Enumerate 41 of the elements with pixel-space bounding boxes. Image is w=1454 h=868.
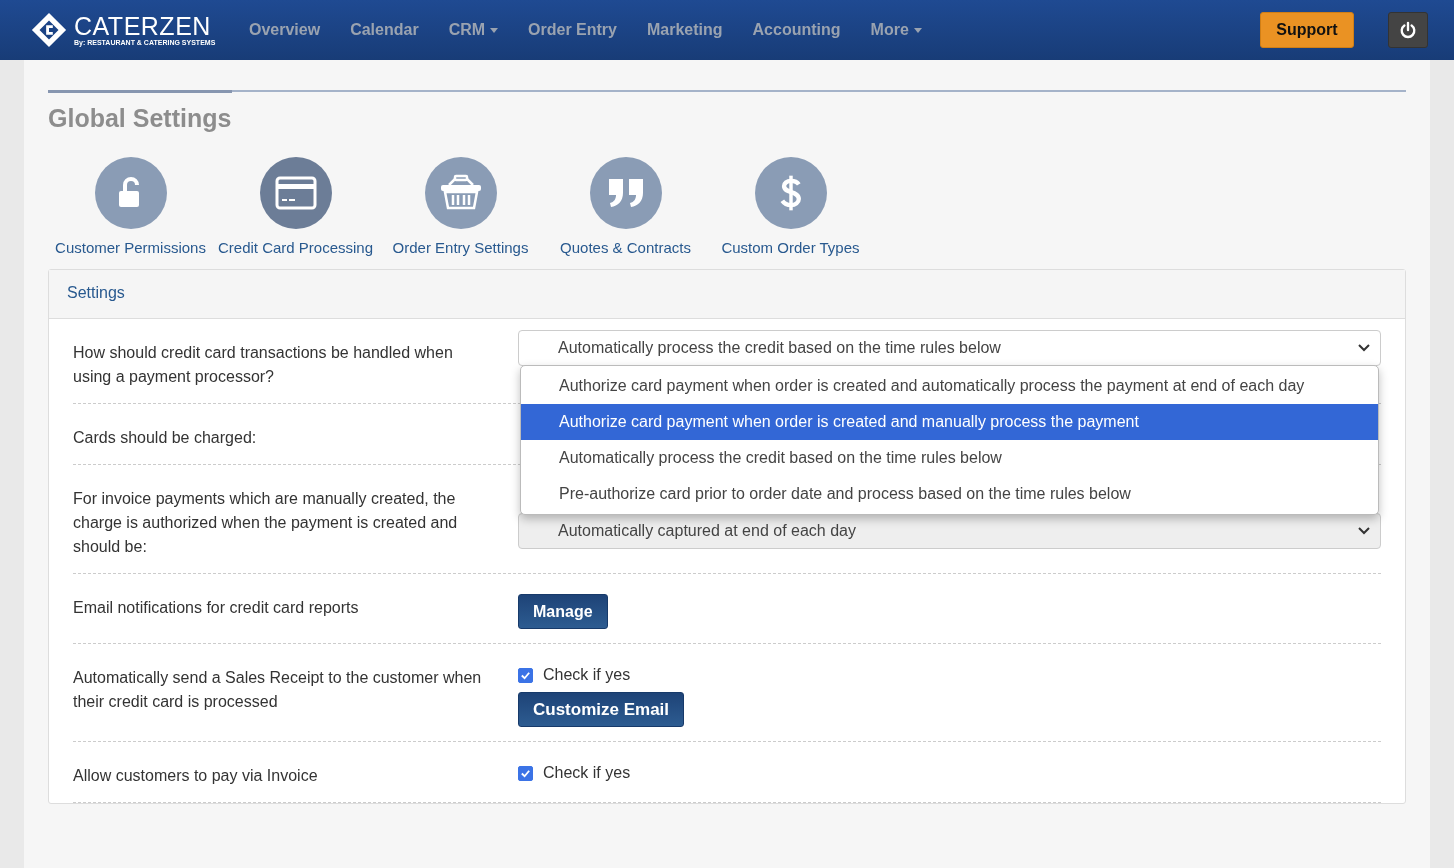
manage-button[interactable]: Manage bbox=[518, 594, 608, 629]
setting-label: Allow customers to pay via Invoice bbox=[73, 767, 318, 784]
chevron-icon bbox=[1358, 527, 1370, 535]
section-tab[interactable]: Quotes & Contracts bbox=[543, 157, 708, 256]
check-icon bbox=[520, 669, 531, 681]
chevron-icon bbox=[1358, 344, 1370, 352]
checkbox-label: Check if yes bbox=[543, 666, 631, 684]
nav-link[interactable]: Accounting bbox=[737, 21, 856, 39]
select-field[interactable]: Automatically captured at end of each day bbox=[518, 513, 1381, 549]
customize-email-button[interactable]: Customize Email bbox=[518, 692, 685, 727]
setting-label: Cards should be charged: bbox=[73, 429, 257, 446]
dropdown-option[interactable]: Authorize card payment when order is created and automatically process the payment at end of each day bbox=[521, 368, 1378, 404]
panel-title: Settings bbox=[67, 284, 125, 301]
nav-link[interactable]: Overview bbox=[234, 21, 336, 39]
section-tab[interactable]: Custom Order Types bbox=[708, 157, 873, 256]
select-field[interactable]: Automatically process the credit based on the time rules below bbox=[518, 330, 1381, 366]
nav-link[interactable]: Marketing bbox=[632, 21, 738, 39]
nav-link[interactable]: More bbox=[855, 21, 937, 39]
check-icon bbox=[520, 767, 531, 779]
setting-label: For invoice payments which are manually created, the charge is authorized when the payment is created and should be: bbox=[73, 490, 458, 555]
setting-label: Email notifications for credit card reports bbox=[73, 599, 359, 616]
nav-link[interactable]: Order Entry bbox=[513, 21, 632, 39]
logo-icon bbox=[30, 11, 68, 49]
page-title: Global Settings bbox=[48, 104, 233, 133]
section-tab[interactable]: Credit Card Processing bbox=[213, 157, 378, 256]
section-tab[interactable]: Order Entry Settings bbox=[378, 157, 543, 256]
power-button[interactable] bbox=[1388, 12, 1428, 48]
section-tab[interactable]: Customer Permissions bbox=[48, 157, 213, 256]
dropdown-option[interactable]: Automatically process the credit based on the time rules below bbox=[521, 440, 1378, 476]
dropdown-option[interactable]: Authorize card payment when order is created and manually process the payment bbox=[521, 404, 1378, 440]
power-icon bbox=[1399, 21, 1417, 39]
checkbox[interactable] bbox=[518, 765, 533, 781]
dropdown-option[interactable]: Pre-authorize card prior to order date and process based on the time rules below bbox=[521, 476, 1378, 512]
setting-label: How should credit card transactions be handled when using a payment processor? bbox=[73, 344, 453, 385]
nav-link[interactable]: CRM bbox=[433, 21, 514, 39]
brand-name: CATERZEN bbox=[74, 13, 212, 39]
support-button[interactable]: Support bbox=[1260, 12, 1354, 48]
nav-link[interactable]: Calendar bbox=[335, 21, 434, 39]
checkbox[interactable] bbox=[518, 667, 533, 683]
setting-label: Automatically send a Sales Receipt to the customer when their credit card is processed bbox=[73, 669, 482, 710]
checkbox-label: Check if yes bbox=[543, 764, 631, 782]
